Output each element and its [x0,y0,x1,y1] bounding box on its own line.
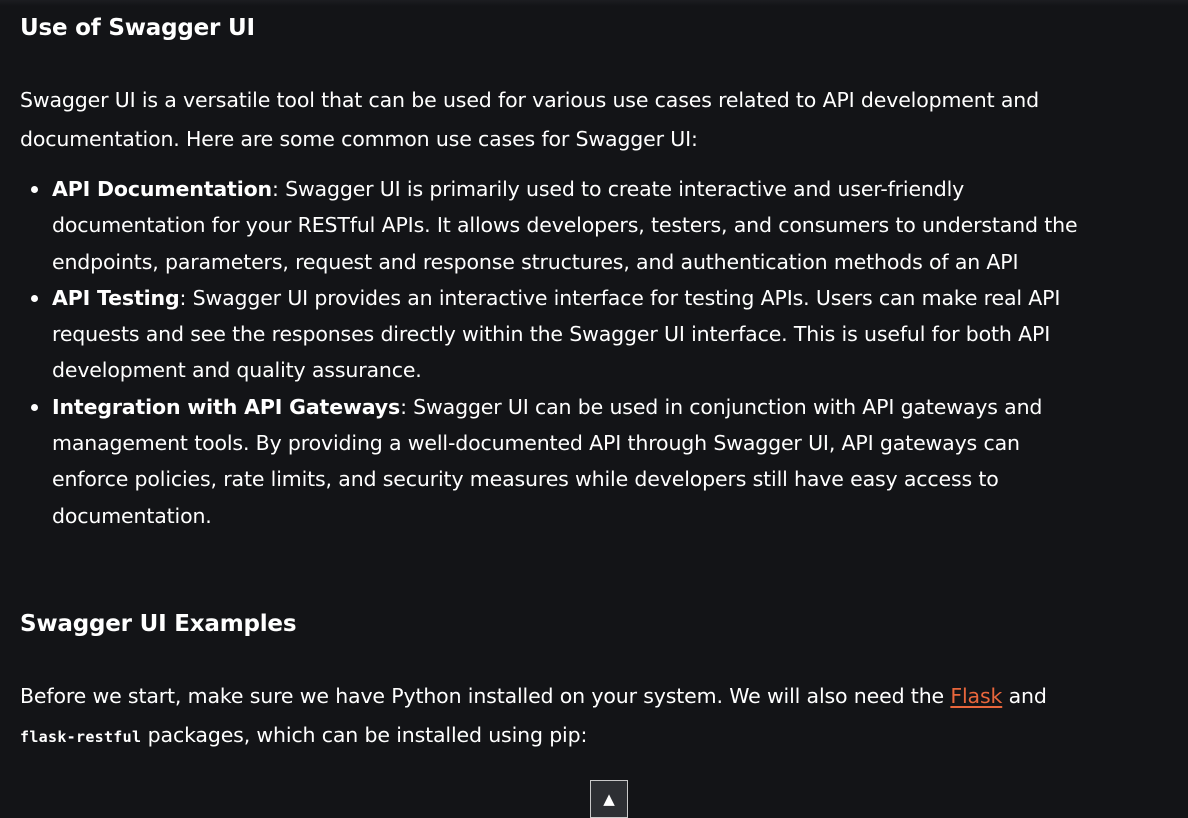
flask-link[interactable]: Flask [950,684,1002,708]
list-item: Integration with API Gateways: Swagger U… [31,389,1092,534]
list-item: API Documentation: Swagger UI is primari… [31,171,1092,280]
prerequisites-paragraph: Before we start, make sure we have Pytho… [20,677,1070,756]
prerequisites-text-2: and [1002,684,1047,708]
prerequisites-text-1: Before we start, make sure we have Pytho… [20,684,951,708]
use-cases-list: API Documentation: Swagger UI is primari… [20,171,1092,534]
list-item-term: API Documentation [52,177,272,201]
intro-paragraph: Swagger UI is a versatile tool that can … [20,88,1039,151]
list-item: API Testing: Swagger UI provides an inte… [31,280,1092,389]
top-edge-shadow [0,0,1188,6]
flask-restful-code: flask-restful [20,727,142,746]
list-item-term: Integration with API Gateways [52,394,401,419]
heading-use-of-swagger-ui: Use of Swagger UI [20,15,255,41]
heading-swagger-ui-examples: Swagger UI Examples [20,611,297,637]
up-triangle-icon: ▲ [603,790,615,808]
prerequisites-text-3: packages, which can be installed using p… [141,722,588,747]
list-item-term: API Testing [52,285,180,310]
list-item-text: : Swagger UI provides an interactive int… [52,285,1061,383]
scroll-to-top-button[interactable]: ▲ [590,780,628,818]
